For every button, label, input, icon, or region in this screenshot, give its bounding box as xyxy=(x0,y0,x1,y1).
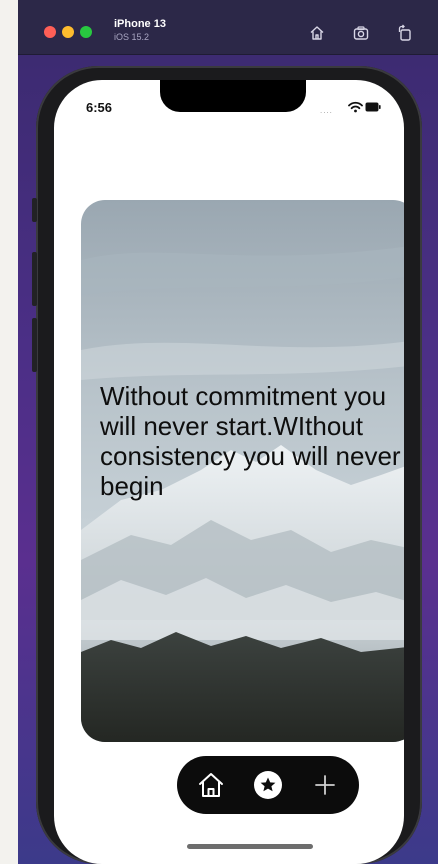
star-icon[interactable] xyxy=(252,769,284,801)
minimize-window-button[interactable] xyxy=(62,26,74,38)
close-window-button[interactable] xyxy=(44,26,56,38)
iphone-frame: 6:56 .... Without commitment you will ne… xyxy=(32,66,422,864)
home-icon[interactable] xyxy=(195,769,227,801)
status-time: 6:56 xyxy=(86,100,113,115)
quote-card: Without commitment you will never start.… xyxy=(81,200,404,742)
battery-icon xyxy=(365,102,381,112)
mute-switch xyxy=(32,198,37,222)
rotate-icon[interactable] xyxy=(396,24,414,42)
volume-down-button xyxy=(32,318,37,372)
cellular-signal: .... xyxy=(320,106,333,115)
wifi-icon xyxy=(348,101,363,113)
phone-screen: 6:56 .... Without commitment you will ne… xyxy=(54,80,404,864)
os-version: iOS 15.2 xyxy=(114,32,150,42)
device-name: iPhone 13 xyxy=(114,18,166,30)
simulator-titlebar: iPhone 13 iOS 15.2 xyxy=(18,0,438,55)
volume-up-button xyxy=(32,252,37,306)
tab-bar xyxy=(177,756,359,814)
zoom-window-button[interactable] xyxy=(80,26,92,38)
home-indicator[interactable] xyxy=(187,844,313,849)
notch xyxy=(160,80,306,112)
quote-text: Without commitment you will never start.… xyxy=(100,381,401,501)
screenshot-icon[interactable] xyxy=(352,24,370,42)
status-icons: .... xyxy=(320,100,381,116)
simulator-window: iPhone 13 iOS 15.2 6:56 .... Without com… xyxy=(18,0,438,864)
plus-icon[interactable] xyxy=(309,769,341,801)
home-icon[interactable] xyxy=(308,24,326,42)
